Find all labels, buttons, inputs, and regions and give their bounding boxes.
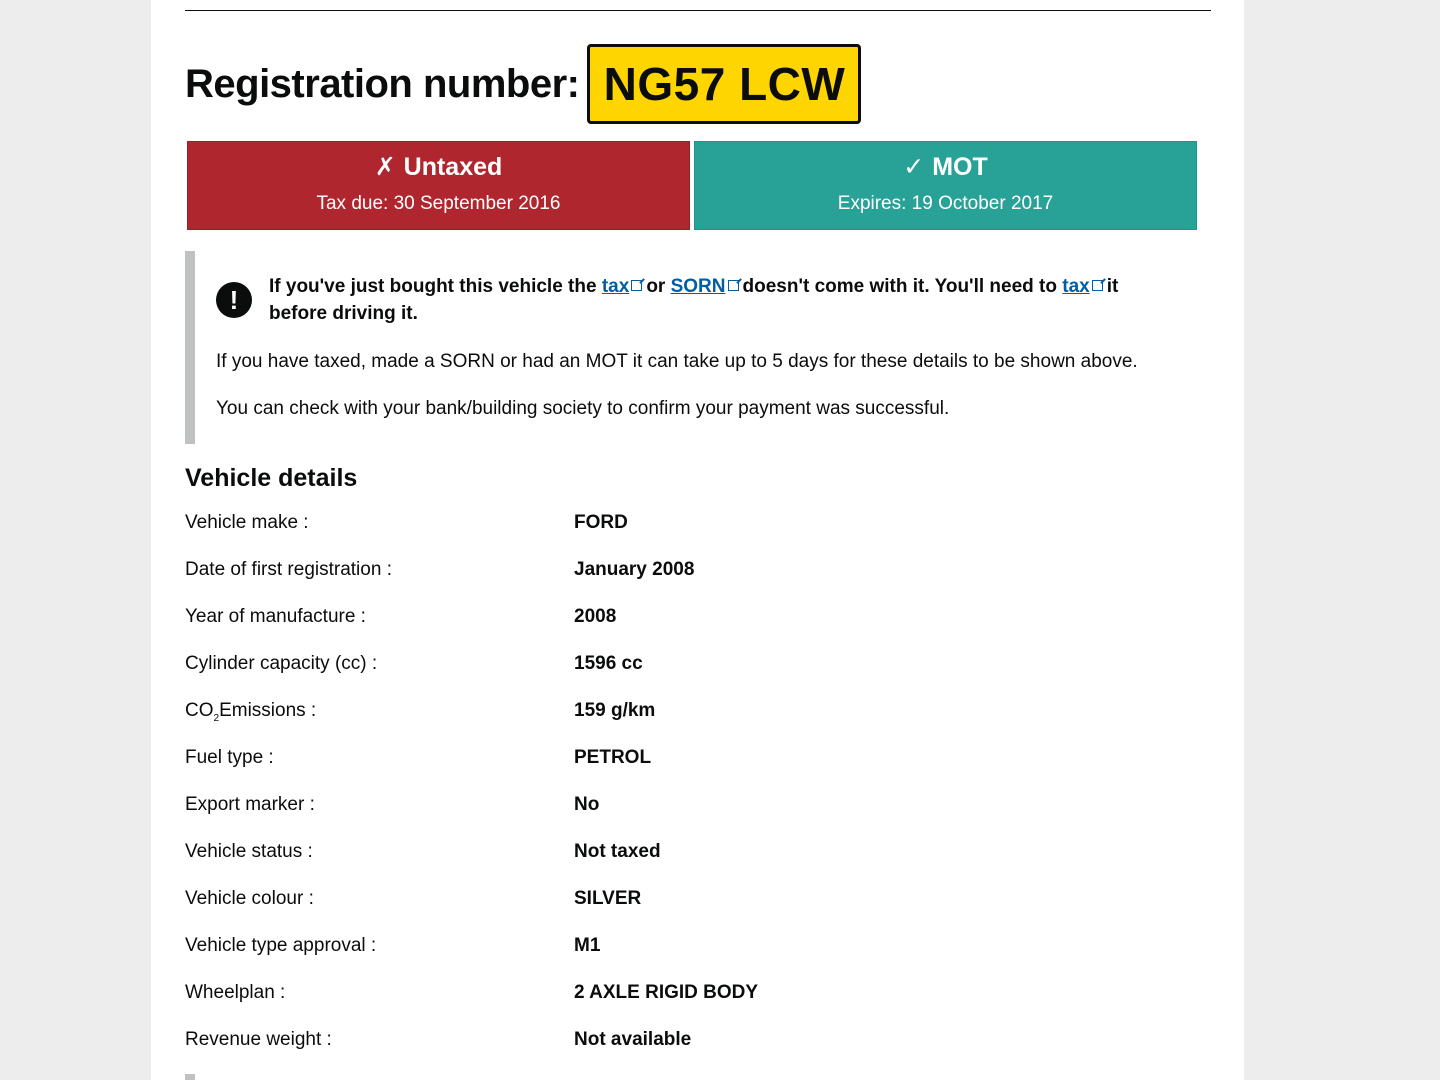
mot-status-label: MOT	[932, 153, 988, 181]
mot-expiry-date: Expires: 19 October 2017	[837, 193, 1054, 214]
detail-label: Vehicle status :	[185, 841, 313, 862]
detail-label: Year of manufacture :	[185, 606, 366, 627]
detail-value: M1	[574, 935, 601, 956]
detail-row: Date of first registration : January 200…	[185, 556, 1185, 603]
detail-row: Fuel type : PETROL	[185, 744, 1185, 791]
detail-label-co2: CO2Emissions :	[185, 697, 574, 733]
co2-suffix: Emissions :	[219, 700, 317, 721]
detail-label: Export marker :	[185, 794, 315, 815]
registration-label: Registration number:	[185, 61, 580, 106]
vehicle-details-heading: Vehicle details	[185, 464, 358, 492]
detail-label: Wheelplan :	[185, 982, 286, 1003]
detail-value: January 2008	[574, 559, 695, 580]
detail-row: Wheelplan : 2 AXLE RIGID BODY	[185, 979, 1185, 1026]
detail-label: Fuel type :	[185, 747, 274, 768]
next-section-border	[185, 1074, 195, 1080]
detail-label: Vehicle make :	[185, 512, 309, 533]
tax-status-title: ✗ Untaxed	[188, 152, 689, 182]
cross-icon: ✗	[374, 153, 396, 181]
detail-value: SILVER	[574, 888, 642, 909]
detail-row: CO2Emissions : 159 g/km	[185, 697, 1185, 744]
co2-prefix: CO	[185, 700, 214, 721]
detail-row: Export marker : No	[185, 791, 1185, 838]
detail-value: Not taxed	[574, 841, 661, 862]
top-divider	[185, 10, 1211, 11]
sorn-link[interactable]: SORN	[671, 276, 726, 297]
detail-value: FORD	[574, 512, 628, 533]
detail-row: Vehicle status : Not taxed	[185, 838, 1185, 885]
warning-message: If you've just bought this vehicle the t…	[269, 273, 1169, 327]
vehicle-details-list: Vehicle make : FORD Date of first regist…	[185, 509, 1185, 1073]
detail-label: Revenue weight :	[185, 1029, 332, 1050]
warning-text-part: doesn't come with it. You'll need to	[742, 276, 1057, 297]
detail-value: Not available	[574, 1029, 692, 1050]
status-panels: ✗ Untaxed Tax due: 30 September 2016 ✓ MOT…	[187, 141, 1197, 230]
warning-text-part: If you've just bought this vehicle the	[269, 276, 597, 297]
detail-row: Revenue weight : Not available	[185, 1026, 1185, 1073]
tax-link[interactable]: tax	[602, 276, 629, 297]
notice-paragraph-update-delay: If you have taxed, made a SORN or had an…	[216, 351, 1138, 372]
detail-value: No	[574, 794, 600, 815]
tax-link-label: tax	[601, 276, 630, 297]
mot-status-title: ✓ MOT	[695, 152, 1196, 182]
external-link-icon	[631, 280, 643, 291]
detail-row: Vehicle make : FORD	[185, 509, 1185, 556]
detail-label: Vehicle type approval :	[185, 935, 377, 956]
detail-row: Vehicle type approval : M1	[185, 932, 1185, 979]
detail-value: 2008	[574, 606, 617, 627]
detail-row: Year of manufacture : 2008	[185, 603, 1185, 650]
tax-status-panel: ✗ Untaxed Tax due: 30 September 2016	[187, 141, 690, 230]
detail-label: Date of first registration :	[185, 559, 392, 580]
detail-value: 159 g/km	[574, 700, 656, 721]
tax-due-date: Tax due: 30 September 2016	[316, 193, 561, 214]
external-link-icon	[1091, 280, 1103, 291]
tax-link-label: tax	[1062, 276, 1090, 297]
detail-row: Cylinder capacity (cc) : 1596 cc	[185, 650, 1185, 697]
detail-label: Vehicle colour :	[185, 888, 314, 909]
warning-text-part: or	[646, 276, 666, 297]
tax-status-label: Untaxed	[403, 153, 503, 181]
notice-panel: ! If you've just bought this vehicle the…	[185, 251, 1195, 444]
tax-link-2[interactable]: tax	[1062, 276, 1089, 297]
detail-value: PETROL	[574, 747, 652, 768]
sorn-link-label: SORN	[670, 276, 726, 297]
detail-row: Vehicle colour : SILVER	[185, 885, 1185, 932]
external-link-icon	[727, 280, 739, 291]
notice-paragraph-bank-check: You can check with your bank/building so…	[216, 398, 950, 419]
page-container: Registration number: NG57 LCW ✗ Untaxed T…	[151, 0, 1244, 1080]
warning-exclamation-icon: !	[216, 282, 252, 318]
detail-label: Cylinder capacity (cc) :	[185, 653, 378, 674]
detail-value: 2 AXLE RIGID BODY	[574, 982, 759, 1003]
registration-header: Registration number: NG57 LCW	[185, 42, 862, 126]
detail-value: 1596 cc	[574, 653, 643, 674]
number-plate: NG57 LCW	[587, 44, 862, 124]
check-icon: ✓	[903, 153, 925, 181]
mot-status-panel: ✓ MOT Expires: 19 October 2017	[694, 141, 1197, 230]
